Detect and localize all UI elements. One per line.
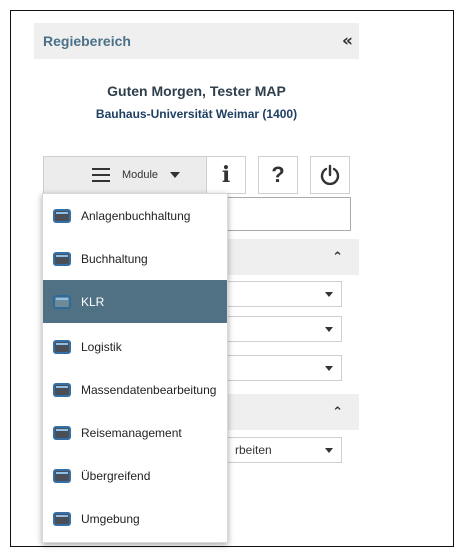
power-icon bbox=[320, 164, 340, 186]
help-button[interactable]: ? bbox=[258, 156, 298, 194]
menu-item-klr[interactable]: KLR bbox=[43, 280, 227, 323]
menu-item-label: Reisemanagement bbox=[81, 425, 182, 440]
module-icon bbox=[53, 511, 71, 526]
menu-item-label: Übergreifend bbox=[81, 468, 151, 483]
select-1[interactable] bbox=[227, 281, 342, 307]
search-input[interactable] bbox=[222, 197, 351, 231]
menu-item-reisemanagement[interactable]: Reisemanagement bbox=[43, 411, 227, 454]
caret-down-icon bbox=[325, 326, 333, 332]
module-icon bbox=[53, 468, 71, 483]
module-icon bbox=[53, 339, 71, 354]
module-icon bbox=[53, 208, 71, 223]
module-icon bbox=[53, 382, 71, 397]
module-icon bbox=[53, 251, 71, 266]
menu-item-label: Logistik bbox=[81, 339, 122, 354]
double-chevron-up-icon[interactable]: ⌃ bbox=[332, 250, 343, 265]
hamburger-icon bbox=[91, 168, 110, 182]
caret-down-icon bbox=[170, 172, 181, 178]
panel-title: Regiebereich bbox=[43, 33, 131, 49]
double-chevron-up-icon[interactable]: ⌃ bbox=[332, 405, 343, 420]
logout-button[interactable] bbox=[310, 156, 350, 194]
module-dropdown-menu: Anlagenbuchhaltung Buchhaltung KLR Logis… bbox=[42, 193, 228, 543]
caret-down-icon bbox=[325, 447, 333, 453]
menu-item-umgebung[interactable]: Umgebung bbox=[43, 497, 227, 540]
menu-item-label: Anlagenbuchhaltung bbox=[81, 208, 191, 223]
select-4-text: rbeiten bbox=[235, 443, 272, 457]
menu-item-label: Buchhaltung bbox=[81, 251, 148, 266]
module-icon bbox=[53, 294, 71, 309]
module-button-label: Module bbox=[121, 169, 159, 181]
select-3[interactable] bbox=[227, 355, 342, 381]
caret-down-icon bbox=[325, 291, 333, 297]
select-2[interactable] bbox=[227, 316, 342, 342]
caret-down-icon bbox=[325, 365, 333, 371]
double-chevron-left-icon[interactable]: « bbox=[342, 31, 353, 51]
menu-item-label: KLR bbox=[81, 294, 105, 309]
section-header-2[interactable]: ⌃ bbox=[227, 394, 359, 430]
section-header-1[interactable]: ⌃ bbox=[227, 239, 359, 275]
select-4[interactable]: rbeiten bbox=[227, 437, 342, 463]
greeting-text: Guten Morgen, Tester MAP bbox=[107, 83, 286, 99]
menu-item-label: Massendatenbearbeitung bbox=[81, 382, 217, 397]
menu-item-anlagenbuchhaltung[interactable]: Anlagenbuchhaltung bbox=[43, 194, 227, 237]
info-icon: i bbox=[221, 162, 231, 188]
module-menu-button[interactable]: Module bbox=[43, 156, 229, 194]
module-icon bbox=[53, 425, 71, 440]
menu-item-label: Umgebung bbox=[81, 511, 140, 526]
menu-item-uebergreifend[interactable]: Übergreifend bbox=[43, 454, 227, 497]
menu-item-logistik[interactable]: Logistik bbox=[43, 325, 227, 368]
help-icon: ? bbox=[271, 162, 285, 187]
menu-item-buchhaltung[interactable]: Buchhaltung bbox=[43, 237, 227, 280]
panel-header: Regiebereich « bbox=[34, 23, 359, 59]
organization-text: Bauhaus-Universität Weimar (1400) bbox=[95, 107, 298, 121]
menu-item-massendatenbearbeitung[interactable]: Massendatenbearbeitung bbox=[43, 368, 227, 411]
info-button[interactable]: i bbox=[206, 156, 246, 194]
